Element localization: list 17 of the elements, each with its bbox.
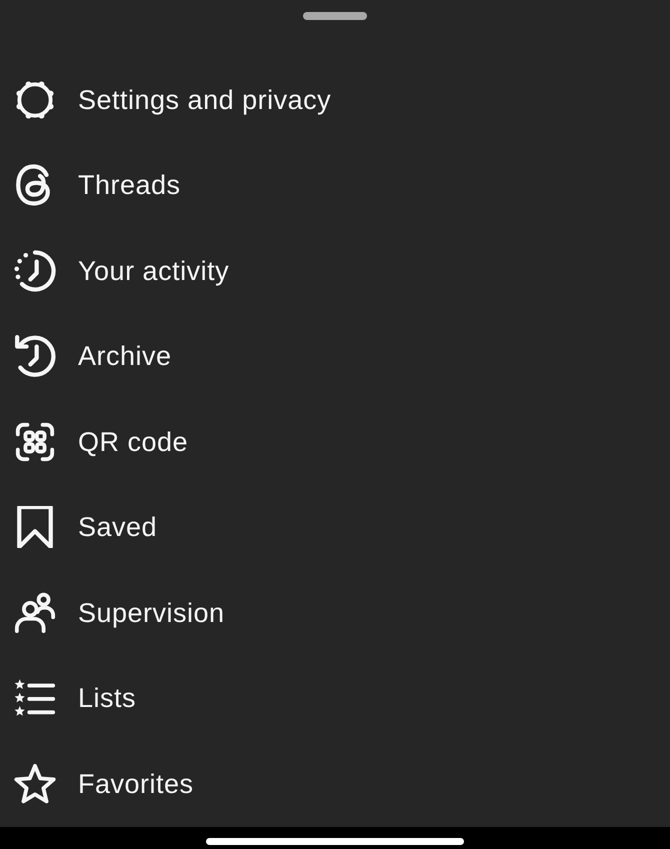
menu-item[interactable]: QR code (0, 399, 188, 484)
history-clock-icon (14, 335, 56, 378)
drag-handle[interactable] (303, 12, 367, 20)
menu-item[interactable]: Archive (0, 314, 172, 399)
star-icon (14, 762, 56, 805)
menu-item[interactable]: Favorites (0, 741, 194, 826)
menu-item[interactable]: Supervision (0, 570, 225, 656)
gear-icon (14, 78, 56, 121)
menu-item[interactable]: Threads (0, 142, 181, 228)
bookmark-icon (14, 506, 56, 548)
menu-item[interactable]: Your activity (0, 228, 230, 314)
menu-item[interactable]: Lists (0, 656, 136, 741)
menu-item[interactable]: Saved (0, 484, 158, 570)
people-icon (14, 592, 56, 634)
clock-icon (14, 250, 56, 292)
qr-code-icon (14, 420, 56, 463)
menu-item[interactable]: Settings and privacy (0, 57, 332, 142)
